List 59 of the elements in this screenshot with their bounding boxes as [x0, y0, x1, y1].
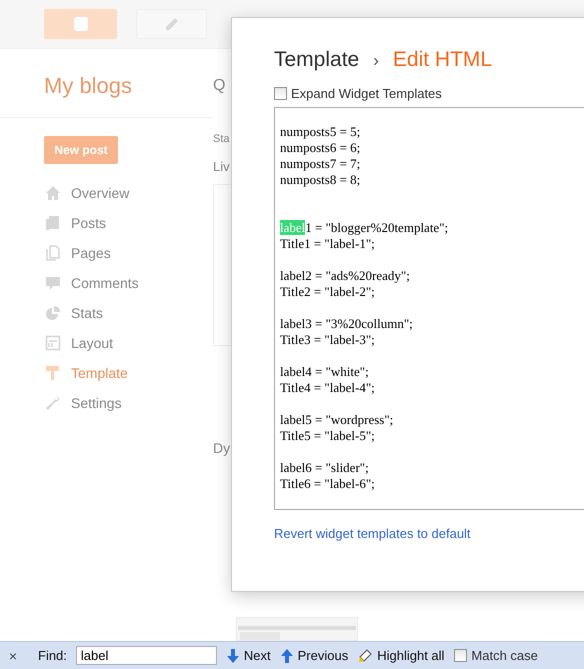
find-label: Find: — [38, 648, 67, 663]
code-line: numposts8 = 8; — [280, 172, 360, 188]
nav-item[interactable]: Overview — [71, 185, 130, 201]
page-icon — [45, 245, 61, 261]
match-case-checkbox[interactable] — [454, 649, 468, 662]
code-line: numposts5 = 5; — [280, 124, 360, 140]
logo-icon — [74, 17, 88, 31]
breadcrumb-separator: › — [373, 51, 379, 71]
code-line: label3 = "3%20collumn"; — [280, 316, 413, 332]
code-line: Title3 = "label-3"; — [280, 332, 375, 348]
document-icon — [45, 215, 61, 231]
code-editor[interactable] — [274, 107, 584, 510]
checkbox-label: Match case — [471, 648, 538, 663]
nav-item[interactable]: Settings — [71, 395, 122, 411]
nav-item[interactable]: Comments — [71, 275, 139, 291]
nav-item[interactable]: Pages — [71, 245, 111, 261]
code-line: Title6 = "label-6"; — [280, 476, 375, 492]
nav-item[interactable]: Stats — [71, 305, 103, 321]
highlight-all-button[interactable]: Highlight all — [358, 648, 444, 663]
section-heading: Dy — [213, 440, 230, 456]
speech-bubble-icon — [45, 275, 61, 291]
nav-item[interactable]: Posts — [71, 215, 106, 231]
previous-button[interactable]: Previous — [280, 648, 348, 663]
code-line: numposts7 = 7; — [280, 156, 360, 172]
nav-item[interactable]: Template — [71, 365, 128, 381]
code-line: numposts6 = 6; — [280, 140, 360, 156]
template-thumbnail[interactable] — [236, 617, 358, 641]
home-icon — [45, 185, 61, 201]
close-button[interactable]: × — [6, 648, 20, 664]
pie-chart-icon — [45, 305, 61, 321]
code-line: label5 = "wordpress"; — [280, 412, 394, 428]
layout-icon — [45, 335, 61, 351]
section-heading: Liv — [213, 159, 230, 174]
status-label: Sta — [213, 133, 230, 145]
down-arrow-icon — [226, 648, 239, 662]
code-line: label6 = "slider"; — [280, 460, 369, 476]
checkbox-label: Expand Widget Templates — [291, 86, 442, 101]
expand-checkbox[interactable] — [274, 87, 287, 100]
code-line: label4 = "white"; — [280, 364, 369, 380]
up-arrow-icon — [280, 648, 293, 662]
next-button[interactable]: Next — [226, 648, 271, 663]
code-line: Title5 = "label-5"; — [280, 428, 375, 444]
wrench-icon — [45, 395, 61, 411]
pencil-icon — [164, 17, 178, 31]
code-line: Title2 = "label-2"; — [280, 284, 375, 300]
sidebar-title: My blogs — [0, 49, 213, 118]
nav-item[interactable]: Layout — [71, 335, 114, 351]
code-line: label1 = "blogger%20template"; — [280, 220, 448, 236]
code-line: Title1 = "label-1"; — [280, 236, 375, 252]
breadcrumb-link[interactable]: Template — [274, 48, 360, 72]
find-field[interactable]: label — [76, 646, 217, 665]
dialog-title: Edit HTML — [392, 48, 492, 72]
revert-link[interactable]: Revert widget templates to default — [274, 526, 471, 541]
paint-roller-icon — [45, 365, 61, 381]
code-line: Title4 = "label-4"; — [280, 380, 375, 396]
new-post-button[interactable]: New post — [44, 136, 118, 164]
page-heading: Q — [213, 77, 226, 95]
highlighter-icon — [358, 648, 372, 662]
code-line: label2 = "ads%20ready"; — [280, 268, 410, 284]
